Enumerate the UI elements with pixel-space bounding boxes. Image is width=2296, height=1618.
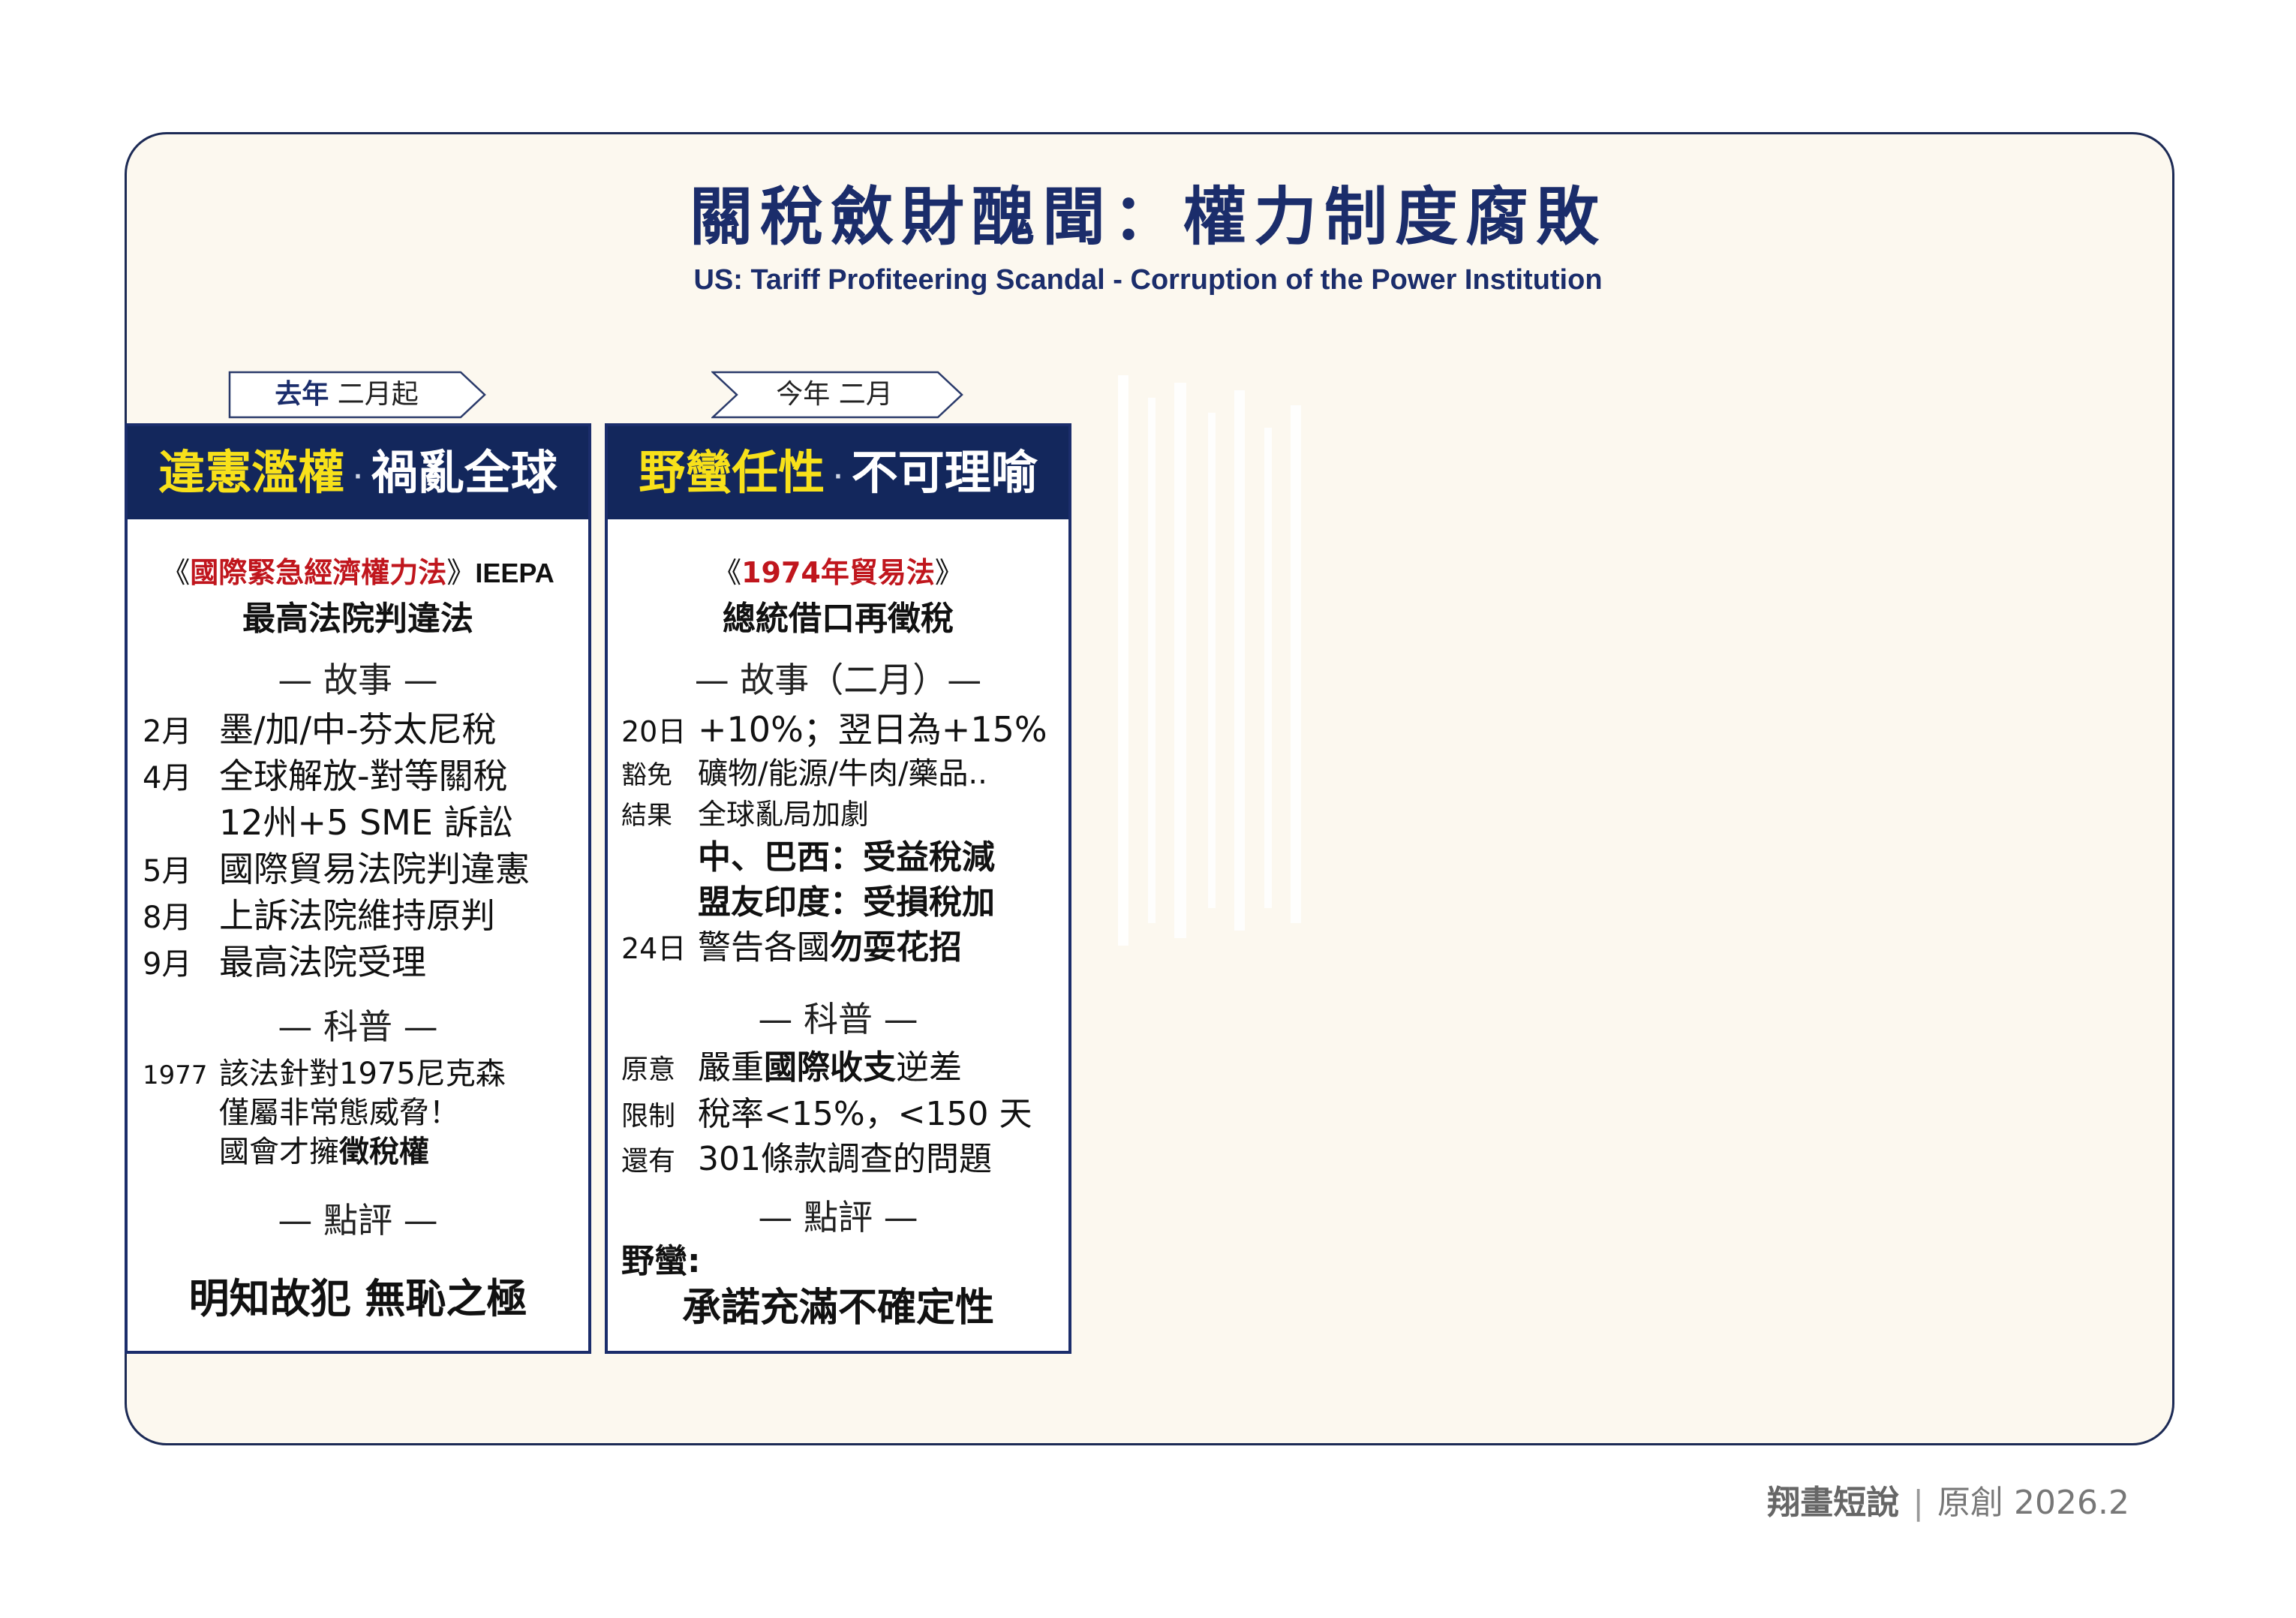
tab-rest: 二月 (830, 379, 893, 410)
page-subtitle: US: Tariff Profiteering Scandal - Corrup… (693, 264, 1603, 296)
story-row: 20日 +10%；翌日為+15% (621, 702, 1047, 752)
science-text: 稅率<15%，<150 天 (698, 1095, 1032, 1133)
story-text: 墨/加/中-芬太尼稅 (219, 709, 497, 750)
science-text: 301條款調查的問題 (698, 1140, 992, 1178)
card-header: 野蠻任性 · 不可理喻 (608, 426, 1068, 519)
header-dot: · (353, 464, 362, 490)
bracket-close: 》 (446, 556, 476, 589)
story-row: 9月 最高法院受理 (143, 935, 426, 985)
story-row: 盟友印度：受損稅加 (698, 883, 995, 922)
story-label: 豁免 (621, 760, 672, 790)
story-row: 中、巴西：受益稅減 (698, 838, 995, 877)
review-text: 承諾充滿不確定性 (681, 1286, 994, 1331)
story-row: 4月 全球解放-對等關稅 (143, 749, 508, 798)
story-date: 4月 (143, 761, 192, 795)
story-text: 國際貿易法院判違憲 (219, 849, 530, 889)
review-heading: — 點評 — (758, 1197, 918, 1238)
story-row: 5月 國際貿易法院判違憲 (143, 842, 530, 892)
review-label: 野蠻: (621, 1242, 701, 1280)
science-bold: 國際收支 (764, 1048, 896, 1087)
science-heading: — 科普 — (758, 999, 918, 1039)
science-label: 原意 (621, 1054, 676, 1085)
review-heading: — 點評 — (278, 1200, 438, 1241)
footer-note: 原創 2026.2 (1937, 1484, 2129, 1522)
science-row: 1977 該法針對1975尼克森 (143, 1049, 506, 1093)
card-body: 《國際緊急經濟權力法》IEEPA 最高法院判違法 — 故事 — 2月 墨/加/中-… (128, 519, 588, 1351)
page-title: 關稅斂財醜聞：權力制度腐敗 (689, 180, 1606, 254)
law-acronym: IEEPA (475, 558, 554, 588)
law-title: 《國際緊急經濟權力法》IEEPA (128, 549, 588, 591)
science-heading: — 科普 — (278, 1006, 438, 1047)
faint-watermark-pattern (1118, 375, 1301, 946)
story-row: 24日 警告各國勿耍花招 (621, 920, 962, 968)
story-text: 礦物/能源/牛肉/藥品.. (698, 756, 987, 791)
footer-credit: 翔畫短說 | 原創 2026.2 (1767, 1475, 2129, 1523)
story-date: 24日 (621, 932, 687, 965)
tab-accent: 今年 (776, 379, 831, 410)
story-date: 9月 (143, 947, 192, 982)
story-date: 20日 (621, 715, 687, 748)
tab-accent: 去年 (275, 379, 329, 410)
science-row: 原意 嚴重國際收支逆差 (621, 1040, 962, 1088)
science-row: 國會才擁徵稅權 (143, 1127, 429, 1171)
story-row: 8月 上訴法院維持原判 (143, 889, 495, 938)
story-row: 2月 墨/加/中-芬太尼稅 (143, 702, 497, 752)
science-row: 還有 301條款調查的問題 (621, 1132, 992, 1180)
header-highlight: 野蠻任性 (639, 445, 825, 500)
header-dot: · (834, 464, 843, 490)
story-text: 12州+5 SME 訴訟 (219, 802, 513, 843)
law-title: 《1974年貿易法》 (608, 549, 1068, 591)
story-date: 5月 (143, 854, 192, 889)
tab-label: 去年 二月起 (228, 371, 488, 419)
story-date: 8月 (143, 901, 192, 935)
header-highlight: 違憲濫權 (158, 445, 345, 500)
story-text: 全球亂局加劇 (698, 798, 870, 831)
bracket-close: 》 (934, 556, 963, 589)
story-text: 警告各國 (698, 928, 830, 967)
card-trade-act: 野蠻任性 · 不可理喻 《1974年貿易法》 總統借口再徵稅 — 故事（二月）— 2… (605, 423, 1071, 1354)
story-row: 結果 全球亂局加劇 (621, 791, 869, 832)
story-heading: — 故事 — (278, 660, 438, 700)
story-text: 最高法院受理 (219, 942, 426, 982)
law-verdict: 最高法院判違法 (242, 600, 473, 638)
science-label: 還有 (621, 1146, 676, 1177)
card-ieepa: 違憲濫權 · 禍亂全球 《國際緊急經濟權力法》IEEPA 最高法院判違法 — 故事 … (125, 423, 591, 1354)
header-text: 不可理喻 (851, 445, 1038, 500)
law-name: 1974年貿易法 (741, 556, 935, 589)
science-bold: 徵稅權 (339, 1135, 429, 1169)
science-row: 限制 稅率<15%，<150 天 (621, 1087, 1032, 1135)
story-text: 上訴法院維持原判 (219, 895, 495, 936)
law-verdict: 總統借口再徵稅 (723, 600, 954, 638)
story-heading: — 故事（二月）— (694, 660, 982, 700)
science-text: 僅屬非常態威脅！ (219, 1096, 459, 1130)
science-year: 1977 (143, 1060, 208, 1090)
story-label: 結果 (621, 801, 672, 831)
science-label: 限制 (621, 1101, 676, 1132)
timeframe-tab-this-year: 今年 二月 (711, 371, 965, 419)
bracket-open: 《 (713, 556, 742, 589)
card-header: 違憲濫權 · 禍亂全球 (128, 426, 588, 519)
story-date: 2月 (143, 714, 192, 749)
tab-label: 今年 二月 (711, 371, 965, 419)
story-text: +10%；翌日為+15% (698, 709, 1047, 750)
science-text: 該法針對1975尼克森 (219, 1057, 506, 1091)
brand-name: 翔畫短說 (1767, 1484, 1900, 1522)
science-row: 僅屬非常態威脅！ (143, 1088, 459, 1132)
story-row: 12州+5 SME 訴訟 (143, 795, 513, 845)
review-text: 明知故犯 無恥之極 (188, 1275, 527, 1322)
timeframe-tab-last-year: 去年 二月起 (228, 371, 488, 419)
science-text: 逆差 (896, 1048, 962, 1087)
footer-separator: | (1913, 1484, 1925, 1522)
story-row: 豁免 礦物/能源/牛肉/藥品.. (621, 749, 987, 792)
card-body: 《1974年貿易法》 總統借口再徵稅 — 故事（二月）— 20日 +10%；翌日為… (608, 519, 1068, 1351)
tab-rest: 二月起 (329, 379, 419, 410)
story-bold: 勿耍花招 (830, 928, 962, 967)
science-text: 嚴重 (698, 1048, 764, 1087)
science-text: 國會才擁 (219, 1135, 339, 1169)
story-text: 全球解放-對等關稅 (219, 756, 508, 796)
law-name: 國際緊急經濟權力法 (190, 556, 447, 589)
bracket-open: 《 (161, 556, 191, 589)
header-text: 禍亂全球 (371, 445, 557, 500)
